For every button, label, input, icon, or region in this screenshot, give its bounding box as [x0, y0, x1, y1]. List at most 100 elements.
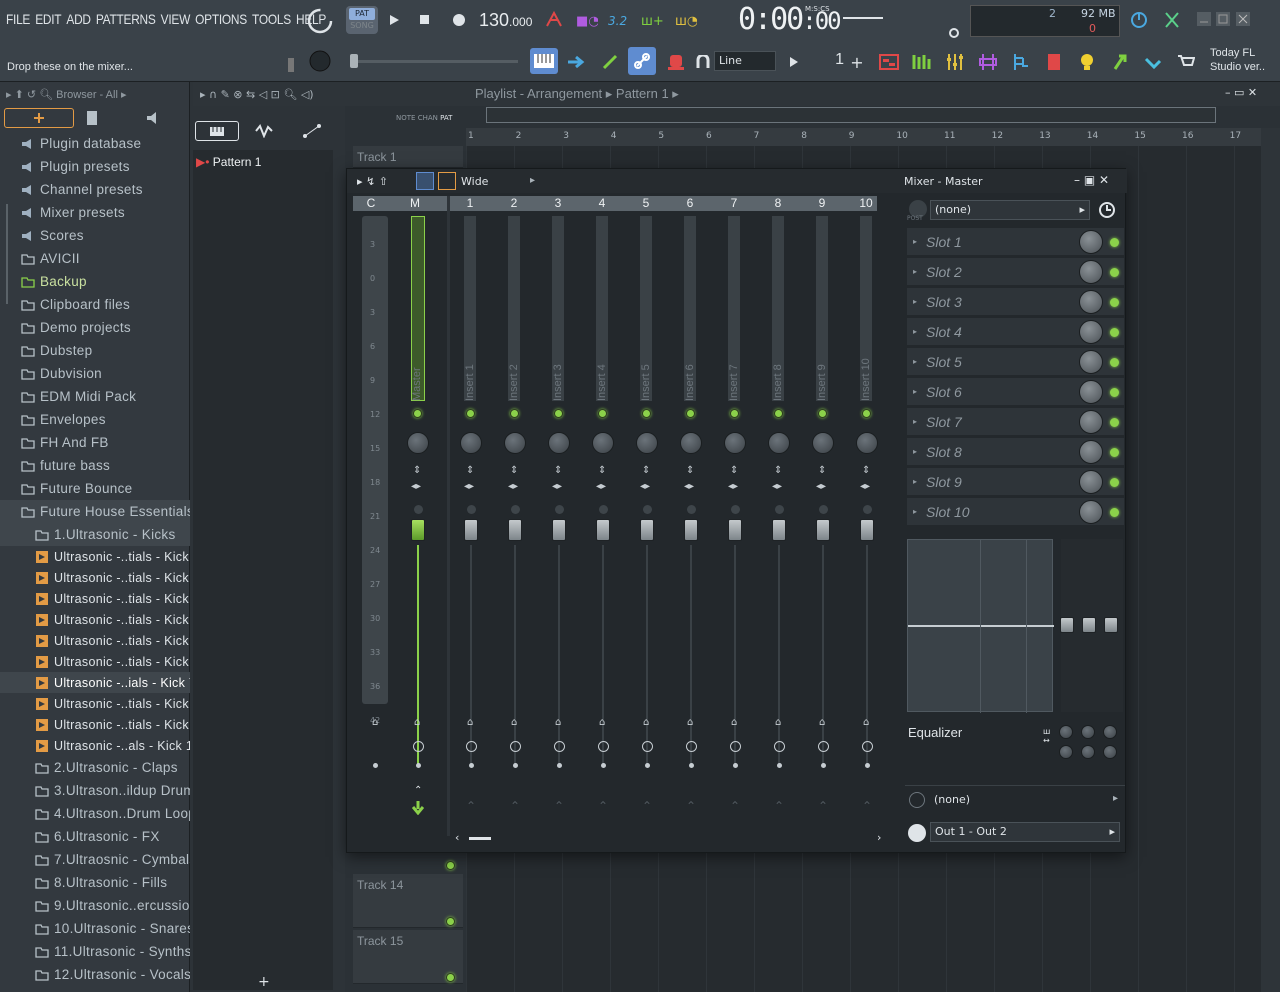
- pan-knob[interactable]: [504, 432, 526, 454]
- lock-icon[interactable]: ⌂: [414, 717, 420, 728]
- slot-enable-led[interactable]: [1110, 478, 1119, 487]
- strip-number[interactable]: 7: [714, 196, 754, 210]
- effect-slot[interactable]: ▸ Slot 1: [907, 228, 1124, 256]
- volume-fader[interactable]: [728, 519, 742, 541]
- insert-name[interactable]: Insert 5: [640, 364, 652, 401]
- stereo-separation-icon[interactable]: ⇕: [642, 465, 650, 476]
- browser-folder-item[interactable]: 10.Ultrasonic - Snares: [0, 917, 190, 940]
- latency-clock-icon[interactable]: [413, 741, 424, 752]
- latency-clock-icon[interactable]: [862, 741, 873, 752]
- channel-rack-icon[interactable]: [911, 51, 933, 73]
- browser-folder-item[interactable]: Envelopes: [0, 408, 190, 431]
- stereo-separation-icon[interactable]: ⇕: [510, 465, 518, 476]
- swap-channels-icon[interactable]: ◂▸: [640, 481, 650, 492]
- eq-knob[interactable]: [1081, 745, 1095, 759]
- pan-knob[interactable]: [812, 432, 834, 454]
- route-arrow-icon[interactable]: ⌃: [730, 799, 740, 813]
- stereo-knob[interactable]: [863, 505, 872, 514]
- slot-mix-knob[interactable]: [1079, 290, 1103, 314]
- stamp-icon[interactable]: [665, 51, 687, 73]
- stereo-knob[interactable]: [511, 505, 520, 514]
- browser-folder-item[interactable]: 1.Ultrasonic - Kicks: [0, 523, 190, 546]
- slot-mix-knob[interactable]: [1079, 500, 1103, 524]
- slot-mix-knob[interactable]: [1079, 260, 1103, 284]
- menu-view[interactable]: VIEW: [161, 11, 191, 27]
- browser-file-item[interactable]: Ultrasonic -..tials - Kick 3: [0, 588, 190, 609]
- swap-channels-icon[interactable]: ◂▸: [464, 481, 474, 492]
- latency-clock-icon[interactable]: [686, 741, 697, 752]
- link-icon[interactable]: [628, 47, 656, 75]
- browser-folder-item[interactable]: Dubstep: [0, 339, 190, 362]
- lock-icon[interactable]: ⌂: [819, 717, 825, 728]
- browser-folder-item[interactable]: Future House Essentials: [0, 500, 190, 523]
- lock-icon[interactable]: ⌂: [731, 717, 737, 728]
- slot-expand-icon[interactable]: ▸: [913, 507, 917, 516]
- eq-band-fader[interactable]: [1104, 617, 1118, 633]
- slot-mix-knob[interactable]: [1079, 470, 1103, 494]
- master-pitch-knob[interactable]: [307, 48, 333, 74]
- browser-folder-item[interactable]: 9.Ultrasonic..ercussions: [0, 894, 190, 917]
- playlist-tools-icons[interactable]: ▸ ∩ ✎ ⊗ ⇆ ◁ ⊡ 🔍︎ ◁): [200, 88, 314, 101]
- volume-fader[interactable]: [816, 519, 830, 541]
- swap-channels-icon[interactable]: ◂▸: [411, 481, 421, 492]
- track-mute-led[interactable]: [446, 917, 455, 926]
- effect-slot[interactable]: ▸ Slot 8: [907, 438, 1124, 466]
- route-dot[interactable]: [513, 763, 518, 768]
- strip-number[interactable]: C: [351, 196, 391, 210]
- browser-file-item[interactable]: Ultrasonic -..tials - Kick 6: [0, 651, 190, 672]
- route-arrow-icon[interactable]: ⌃: [774, 799, 784, 813]
- insert-name[interactable]: Insert 2: [508, 364, 520, 401]
- insert-name[interactable]: Insert 3: [552, 364, 564, 401]
- eq-knob[interactable]: [1081, 725, 1095, 739]
- pattern-selector[interactable]: 1: [806, 51, 844, 71]
- menu-edit[interactable]: EDIT: [35, 11, 61, 27]
- pan-knob[interactable]: [768, 432, 790, 454]
- browser-file-item[interactable]: Ultrasonic -..tials - Kick 1: [0, 546, 190, 567]
- browser-file-item[interactable]: Ultrasonic -..ials - Kick 7: [0, 672, 190, 693]
- lock-icon[interactable]: ⌂: [775, 717, 781, 728]
- route-dot[interactable]: [557, 763, 562, 768]
- browser-tab-all[interactable]: [4, 108, 74, 128]
- browser-folder-item[interactable]: AVICII: [0, 247, 190, 270]
- stereo-knob[interactable]: [555, 505, 564, 514]
- route-arrow-icon[interactable]: ⌃: [598, 799, 608, 813]
- browser-folder-item[interactable]: EDM Midi Pack: [0, 385, 190, 408]
- arrow-right-icon[interactable]: [566, 51, 588, 73]
- mixer-icon[interactable]: [944, 51, 966, 73]
- route-dot[interactable]: [865, 763, 870, 768]
- project-icon[interactable]: [1043, 51, 1065, 73]
- mixer-output-selector[interactable]: Out 1 - Out 2 ▸: [930, 822, 1120, 842]
- latency-clock-icon[interactable]: [642, 741, 653, 752]
- mixer-preset-selector[interactable]: (none) ▸: [930, 200, 1090, 220]
- close-button[interactable]: [1235, 10, 1251, 28]
- touch-icon[interactable]: [1142, 51, 1164, 73]
- slot-enable-led[interactable]: [1110, 358, 1119, 367]
- slot-enable-led[interactable]: [1110, 508, 1119, 517]
- snap-selector[interactable]: Line: [714, 51, 776, 71]
- route-dot[interactable]: [373, 763, 378, 768]
- play-pattern-icon[interactable]: [786, 51, 802, 73]
- route-arrow-icon[interactable]: ⌃: [686, 799, 696, 813]
- stereo-knob[interactable]: [819, 505, 828, 514]
- pitch-slider-handle[interactable]: [350, 54, 358, 68]
- browser-folder-item[interactable]: 12.Ultrasonic - Vocals: [0, 963, 190, 986]
- swap-channels-icon[interactable]: ◂▸: [816, 481, 826, 492]
- magnet-icon[interactable]: [694, 51, 712, 73]
- mixer-scroll-thumb[interactable]: [469, 837, 491, 840]
- slot-enable-led[interactable]: [1110, 238, 1119, 247]
- stop-button[interactable]: [414, 9, 436, 31]
- mixer-view-icon[interactable]: [416, 172, 434, 190]
- insert-mute-led[interactable]: [686, 409, 695, 418]
- browser-folder-item[interactable]: 4.Ultrason..Drum Loops: [0, 802, 190, 825]
- route-dot[interactable]: [601, 763, 606, 768]
- eq-knob[interactable]: [1059, 725, 1073, 739]
- browser-nav-icons[interactable]: ▸ ⬆ ↺ 🔍︎: [6, 89, 56, 101]
- browser-folder-item[interactable]: Demo projects: [0, 316, 190, 339]
- stereo-separation-icon[interactable]: ⇕: [818, 465, 826, 476]
- mixer-tool-icons[interactable]: ▸ ↯ ⇧: [357, 175, 388, 188]
- volume-fader[interactable]: [640, 519, 654, 541]
- cpu-icon[interactable]: [1128, 9, 1150, 31]
- browser-folder-item[interactable]: Scores: [0, 224, 190, 247]
- menu-patterns[interactable]: PATTERNS: [96, 11, 156, 27]
- effect-slot[interactable]: ▸ Slot 6: [907, 378, 1124, 406]
